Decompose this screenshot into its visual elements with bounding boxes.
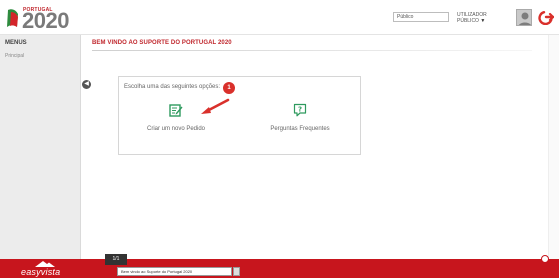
svg-text:?: ?	[298, 106, 302, 114]
user-menu[interactable]: UTILIZADOR PÚBLICO ▼	[457, 12, 503, 24]
step-badge: 1	[223, 82, 235, 94]
faq-icon: ?	[293, 103, 307, 117]
options-prompt: Escolha uma das seguintes opções:	[124, 84, 221, 90]
logo-year: 2020	[22, 8, 69, 33]
chevron-down-icon: ▼	[480, 18, 486, 24]
portugal-flag-icon	[7, 9, 18, 28]
easyvista-wordmark: easyvista	[21, 267, 61, 277]
page-title: BEM VINDO AO SUPORTE DO PORTUGAL 2020	[92, 40, 232, 46]
sidebar-title: MENUS	[5, 40, 27, 46]
annotation-arrow-icon	[201, 98, 230, 114]
sidebar-menu: MENUS Principal	[0, 35, 81, 259]
page-indicator: 1/1	[105, 254, 127, 265]
right-scroll-area[interactable]	[548, 35, 559, 259]
edit-icon	[169, 104, 183, 117]
user-silhouette-icon	[518, 12, 531, 25]
new-request-label: Criar um novo Pedido	[146, 126, 206, 132]
avatar[interactable]	[516, 9, 532, 26]
options-panel: Escolha uma das seguintes opções: 1 Cria…	[118, 76, 361, 155]
footer-bar: easyvista 1/1 Bem vindo ao Suporte do Po…	[0, 254, 559, 278]
top-header: PORTUGAL 2020 Público UTILIZADOR PÚBLICO…	[0, 0, 559, 35]
easyvista-logo: easyvista	[21, 261, 69, 277]
faq-option[interactable]: ? Perguntas Frequentes	[255, 103, 345, 132]
collapse-sidebar-icon[interactable]: ◀	[82, 80, 91, 89]
title-divider	[92, 50, 532, 51]
profile-search-input[interactable]: Público	[393, 12, 449, 22]
logout-icon[interactable]	[538, 9, 554, 25]
faq-label: Perguntas Frequentes	[270, 126, 330, 132]
portugal-2020-logo[interactable]: PORTUGAL 2020	[6, 4, 86, 32]
footer-tab-close-button[interactable]	[233, 267, 240, 276]
sidebar-item-principal[interactable]: Principal	[5, 53, 24, 59]
footer-corner-handle[interactable]	[541, 255, 549, 263]
footer-tab[interactable]: Bem vindo ao Suporte do Portugal 2020	[117, 267, 232, 276]
